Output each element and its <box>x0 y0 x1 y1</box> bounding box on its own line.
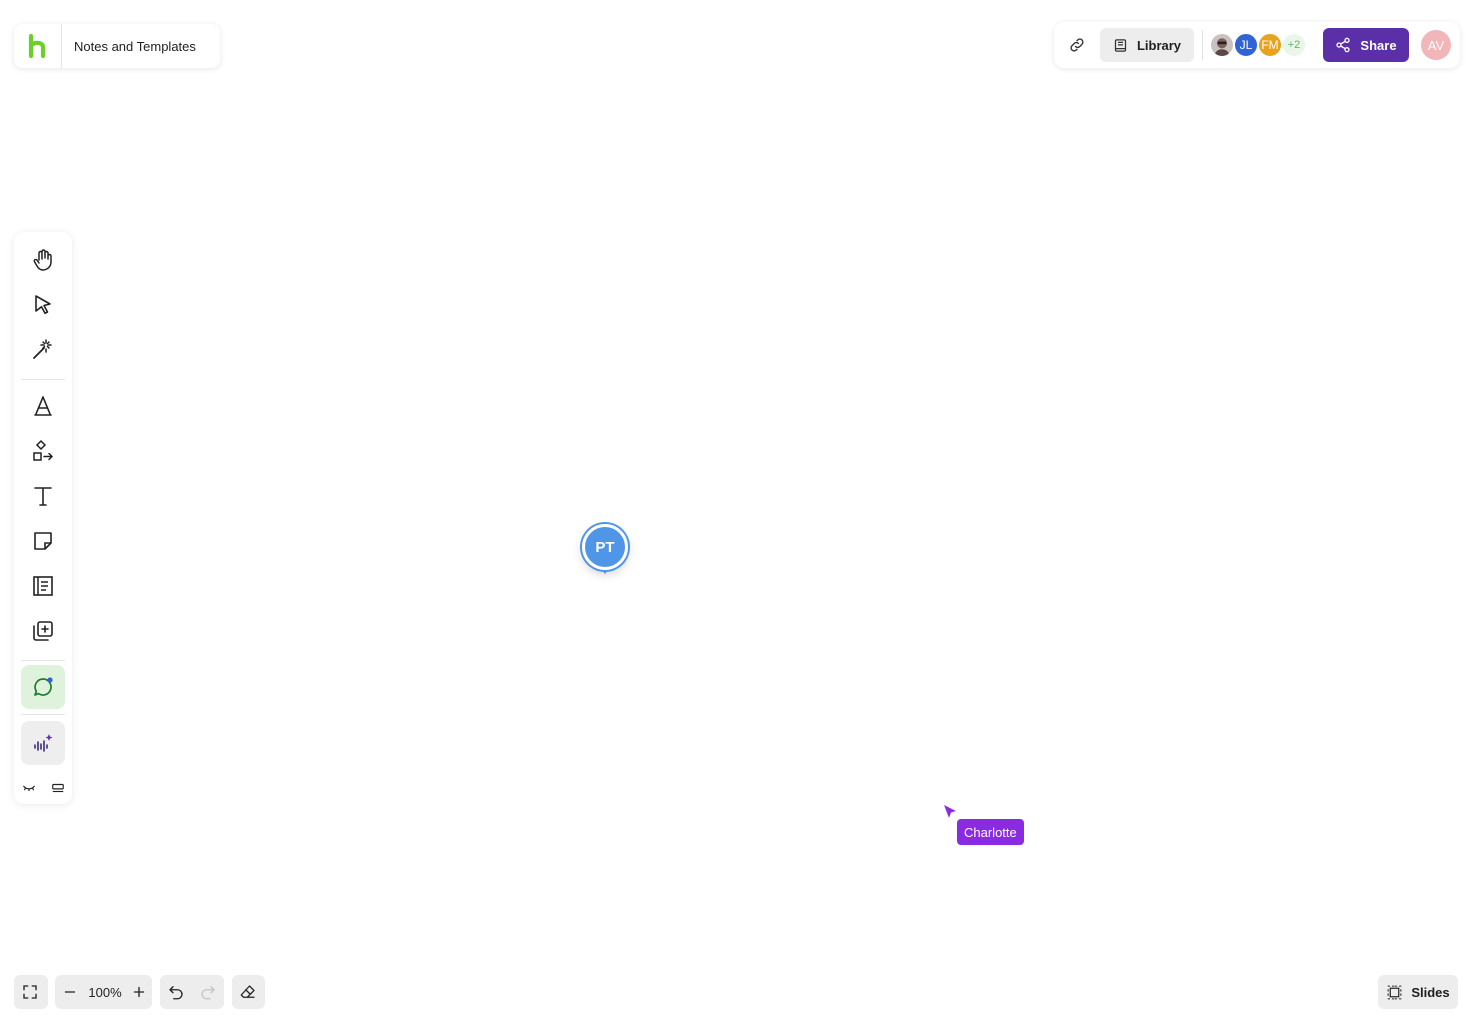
board-title[interactable]: Notes and Templates <box>62 39 196 54</box>
h-logo-icon[interactable] <box>14 24 62 68</box>
select-tool[interactable] <box>21 285 65 325</box>
slides-frame-icon <box>1387 985 1402 999</box>
slides-label: Slides <box>1411 984 1450 1000</box>
top-toolbar: Library JL FM +2 Share AV <box>1054 22 1460 68</box>
avatar[interactable]: JL <box>1233 32 1259 58</box>
minus-icon <box>64 991 76 993</box>
zoom-in-button[interactable] <box>125 975 152 1009</box>
link-icon <box>1070 38 1084 52</box>
sticky-note-icon <box>34 532 52 550</box>
rail-divider <box>21 714 65 715</box>
user-location-pin[interactable]: PT <box>582 524 628 576</box>
eye-closed-icon <box>23 785 35 792</box>
collaborator-cursor-icon <box>944 805 956 818</box>
eraser-group <box>232 975 265 1009</box>
ai-tool[interactable] <box>21 721 65 765</box>
text-tool[interactable] <box>21 476 65 516</box>
rail-divider <box>21 379 65 380</box>
add-copy-icon <box>33 621 53 641</box>
library-label: Library <box>1136 37 1182 53</box>
magic-wand-icon <box>33 339 52 359</box>
fit-screen-group <box>14 975 48 1009</box>
rail-divider <box>21 660 65 661</box>
shapes-tool[interactable] <box>21 431 65 471</box>
fullscreen-icon <box>23 985 37 999</box>
add-frame-tool[interactable] <box>21 611 65 651</box>
current-user-avatar[interactable]: AV <box>1421 30 1451 60</box>
whiteboard-canvas[interactable]: Notes and Templates Library JL FM +2 Sha… <box>0 0 1478 1028</box>
avatar[interactable]: FM <box>1257 32 1283 58</box>
zoom-out-button[interactable] <box>55 975 85 1009</box>
sticky-note-tool[interactable] <box>21 521 65 561</box>
template-tool[interactable] <box>21 566 65 606</box>
pen-nib-icon <box>34 396 52 416</box>
avatar[interactable] <box>1209 32 1235 58</box>
magic-tool[interactable] <box>21 329 65 369</box>
zoom-controls: 100% <box>55 975 152 1009</box>
undo-button[interactable] <box>160 975 192 1009</box>
fit-screen-button[interactable] <box>14 975 46 1009</box>
history-controls <box>160 975 224 1009</box>
pin-initials: PT <box>582 524 628 570</box>
comment-tool[interactable] <box>21 665 65 709</box>
eraser-button[interactable] <box>232 975 264 1009</box>
share-icon <box>1336 37 1351 53</box>
toolbar-layout-button[interactable] <box>47 778 69 798</box>
toolbar-divider <box>1202 30 1203 60</box>
share-label: Share <box>1360 37 1397 53</box>
shapes-connector-icon <box>33 439 54 461</box>
hand-icon <box>33 249 52 271</box>
more-collaborators-badge[interactable]: +2 <box>1281 32 1307 58</box>
collaborator-cursor-label: Charlotte <box>957 819 1024 845</box>
board-title-card: Notes and Templates <box>14 24 220 68</box>
comment-icon <box>34 677 53 696</box>
template-icon <box>33 576 53 596</box>
cursor-icon <box>35 295 51 315</box>
collaborator-avatars[interactable]: JL FM +2 <box>1209 32 1307 58</box>
sparkle-audio-icon <box>34 734 53 752</box>
hide-toolbar-button[interactable] <box>18 778 40 798</box>
slides-button[interactable]: Slides <box>1378 975 1458 1009</box>
library-button[interactable]: Library <box>1100 28 1194 62</box>
copy-link-button[interactable] <box>1062 30 1092 60</box>
redo-icon <box>201 986 215 1000</box>
tool-rail <box>14 232 72 804</box>
pen-tool[interactable] <box>21 386 65 426</box>
zoom-level[interactable]: 100% <box>85 985 125 1000</box>
share-button[interactable]: Share <box>1323 28 1409 62</box>
redo-button[interactable] <box>192 975 224 1009</box>
minimize-icon <box>52 783 64 793</box>
hand-tool[interactable] <box>21 240 65 280</box>
plus-icon <box>133 986 144 998</box>
book-icon <box>1114 38 1127 52</box>
text-icon <box>34 487 52 506</box>
eraser-icon <box>240 985 255 998</box>
undo-icon <box>169 986 183 1000</box>
